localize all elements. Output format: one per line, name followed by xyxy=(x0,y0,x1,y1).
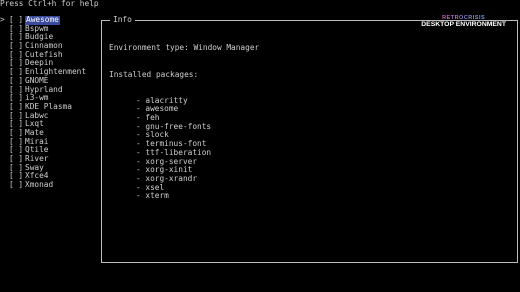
package-item: - xsel xyxy=(136,182,165,192)
selection-cursor-icon: > xyxy=(0,15,5,24)
help-hint: Press Ctrl+h for help xyxy=(0,0,99,8)
package-item: - awesome xyxy=(136,104,179,114)
package-item: - xterm xyxy=(136,191,169,201)
package-item: - xorg-xrandr xyxy=(136,173,198,183)
package-item: - alacritty xyxy=(136,95,188,105)
package-list: - alacritty - awesome - feh - gnu-free-font… xyxy=(109,95,259,201)
environment-label: Xmonad xyxy=(25,180,54,190)
environment-list: >[ ] Awesome[ ] Bspwm[ ] Budgie[ ] Cinnamon[… xyxy=(0,15,86,190)
info-panel-body: Environment type: Window Manager Install… xyxy=(109,27,259,218)
environment-type-line: Environment type: Window Manager xyxy=(109,43,260,53)
info-panel: Info Environment type: Window Manager In… xyxy=(101,15,518,263)
environment-item[interactable]: [ ] Xmonad xyxy=(0,180,86,190)
checkbox[interactable]: [ ] xyxy=(9,180,25,190)
logo-main-text: DESKTOP ENVIRONMENT xyxy=(421,21,506,28)
info-panel-title: Info xyxy=(110,15,135,25)
desktop-environment-logo: RETROCRISIS DESKTOP ENVIRONMENT xyxy=(421,15,506,28)
package-item: - gnu-free-fonts xyxy=(136,121,212,131)
installed-packages-label: Installed packages: xyxy=(109,69,199,79)
